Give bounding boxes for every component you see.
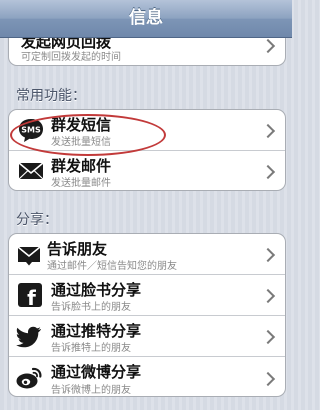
chevron-right-icon — [260, 288, 276, 304]
section-header-common: 常用功能： — [16, 88, 86, 104]
chevron-right-icon — [260, 38, 276, 54]
chevron-right-icon — [260, 123, 276, 139]
facebook-icon: f — [16, 281, 44, 310]
share-group: 告诉朋友 通过邮件／短信告知您的朋友 f 通过脸书分享 告诉脸书上的朋友 通过推… — [8, 233, 286, 397]
common-functions-group: SMS 群发短信 发送批量短信 群发邮件 发送批量邮件 — [8, 109, 286, 191]
row-subtitle: 可定制回拨发起的时间 — [21, 52, 121, 63]
row-share-twitter[interactable]: 通过推特分享 告诉推特上的朋友 — [9, 316, 285, 357]
row-title: 群发短信 — [51, 116, 112, 134]
weibo-icon — [15, 364, 43, 392]
row-subtitle: 告诉微博上的朋友 — [51, 385, 131, 396]
navbar-title: 信息 — [129, 8, 163, 28]
mail-icon — [17, 157, 45, 185]
row-title: 群发邮件 — [51, 157, 112, 175]
row-subtitle: 发送批量短信 — [51, 137, 111, 148]
chevron-right-icon — [260, 247, 276, 263]
row-title: 告诉朋友 — [47, 240, 108, 258]
mail-icon — [15, 240, 43, 268]
sms-icon-label: SMS — [21, 126, 41, 135]
row-title: 通过微博分享 — [51, 363, 142, 381]
chevron-right-icon — [260, 329, 276, 345]
sms-icon: SMS — [17, 116, 45, 144]
row-subtitle: 发送批量邮件 — [51, 178, 111, 189]
row-share-weibo[interactable]: 通过微博分享 告诉微博上的朋友 — [9, 357, 285, 396]
navbar: 信息 — [0, 0, 292, 38]
row-subtitle: 通过邮件／短信告知您的朋友 — [47, 261, 177, 272]
row-subtitle: 告诉推特上的朋友 — [51, 343, 131, 354]
chevron-right-icon — [260, 164, 276, 180]
row-title: 通过推特分享 — [51, 322, 142, 340]
row-title: 通过脸书分享 — [51, 281, 142, 299]
facebook-icon-label: f — [27, 286, 36, 309]
section-header-share: 分享： — [16, 212, 58, 228]
row-bulk-mail[interactable]: 群发邮件 发送批量邮件 — [9, 151, 285, 190]
twitter-icon — [16, 322, 44, 350]
chevron-right-icon — [260, 371, 276, 387]
row-tell-friends[interactable]: 告诉朋友 通过邮件／短信告知您的朋友 — [9, 234, 285, 275]
row-subtitle: 告诉脸书上的朋友 — [51, 302, 131, 313]
row-bulk-sms[interactable]: SMS 群发短信 发送批量短信 — [9, 110, 285, 151]
row-share-facebook[interactable]: f 通过脸书分享 告诉脸书上的朋友 — [9, 275, 285, 316]
